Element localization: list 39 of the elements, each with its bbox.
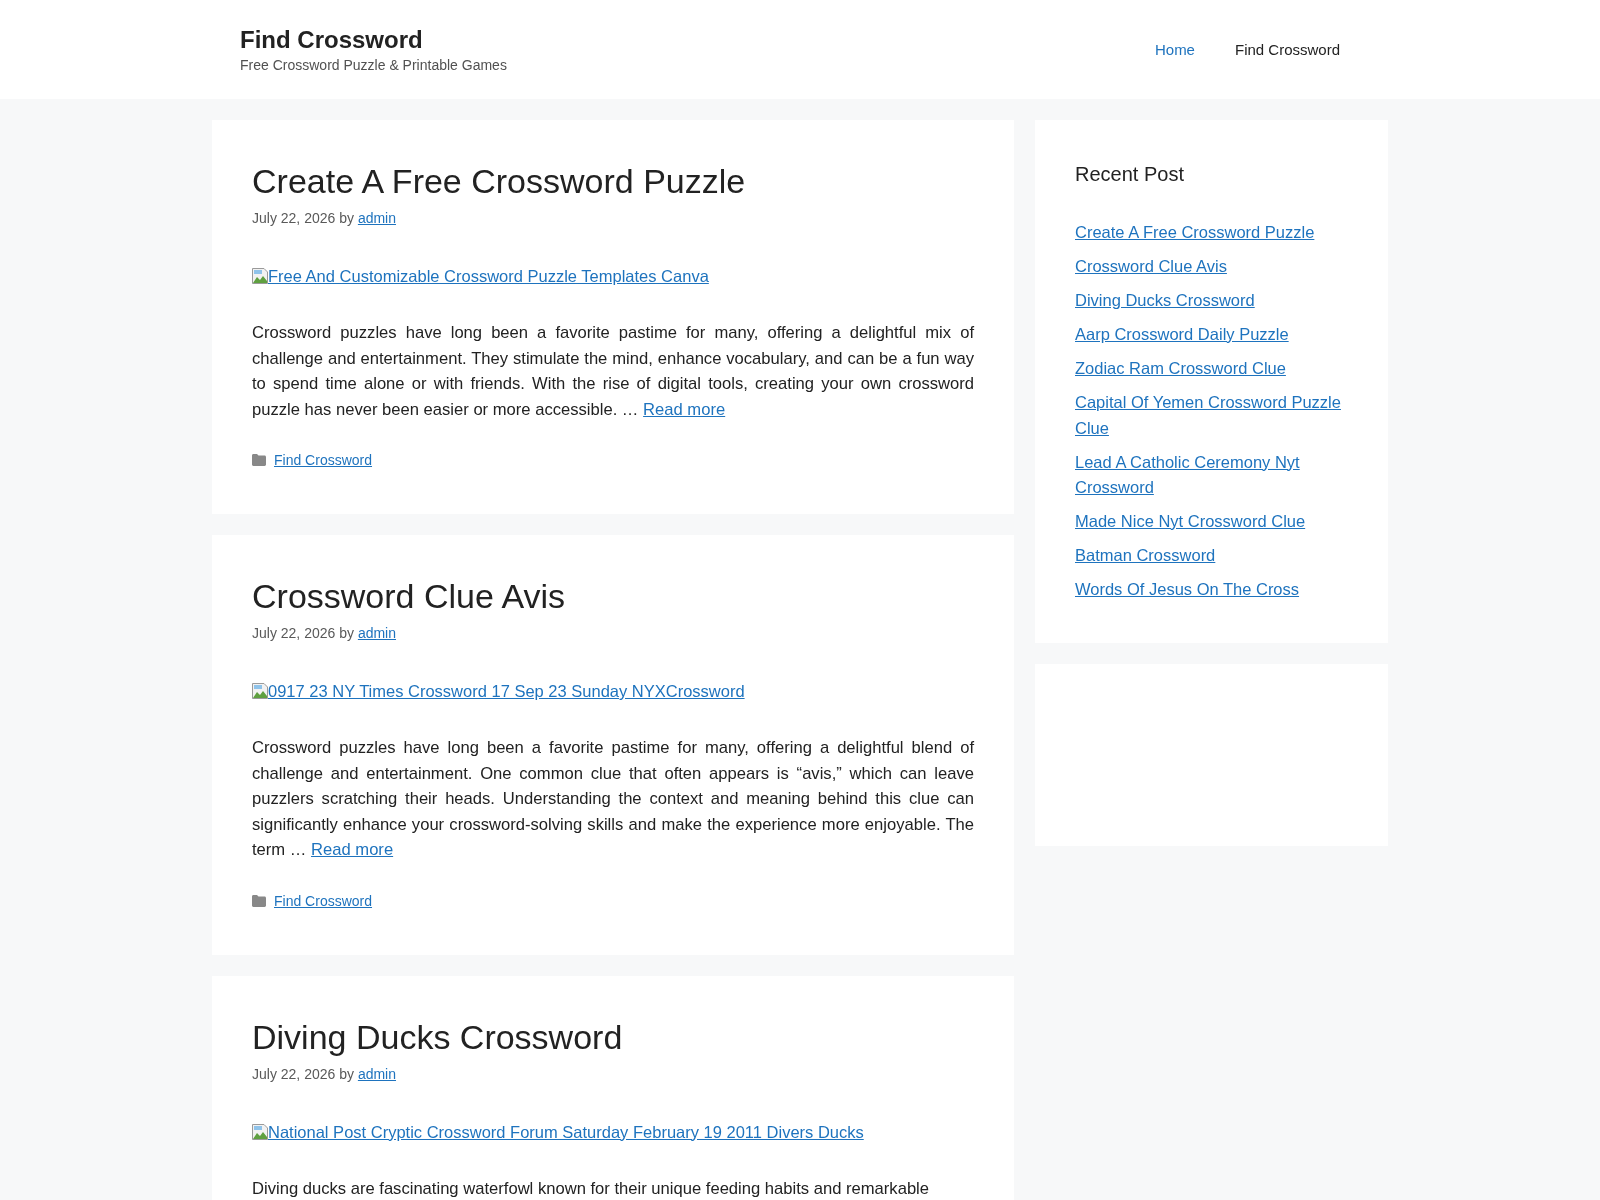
post-meta: July 22, 2026 by admin — [252, 1064, 397, 1084]
image-alt-link[interactable]: Free And Customizable Crossword Puzzle Templates Canva — [252, 263, 709, 289]
recent-post-link[interactable]: Lead A Catholic Ceremony Nyt Crossword — [1075, 449, 1348, 501]
nav-link[interactable]: Home — [1134, 19, 1215, 80]
author-link[interactable]: admin — [357, 625, 396, 641]
category-link[interactable]: Find Crossword — [274, 890, 373, 911]
read-more-link[interactable]: Read more — [311, 840, 394, 859]
folder-icon — [252, 454, 266, 466]
post-meta: July 22, 2026 by admin — [252, 624, 397, 643]
widget-title: Recent Post — [1075, 162, 1185, 187]
nav-link[interactable]: Find Crossword — [1214, 19, 1360, 80]
site-title[interactable]: Find Crossword — [240, 24, 423, 55]
recent-post-link[interactable]: Zodiac Ram Crossword Clue — [1075, 356, 1286, 382]
post-title[interactable]: Diving Ducks Crossword — [252, 1015, 974, 1058]
folder-icon — [252, 894, 266, 907]
post-excerpt: Diving ducks are fascinating waterfowl known for their unique feeding habits and remarkable — [252, 1177, 931, 1200]
broken-image-icon — [252, 683, 268, 699]
recent-post-link[interactable]: Batman Crossword — [1075, 543, 1216, 569]
post-title[interactable]: Crossword Clue Avis — [252, 575, 974, 617]
category-link[interactable]: Find Crossword — [274, 450, 373, 470]
broken-image-icon — [252, 1123, 268, 1140]
recent-post-link[interactable]: Capital Of Yemen Crossword Puzzle Clue — [1075, 390, 1348, 441]
image-alt-link[interactable]: National Post Cryptic Crossword Forum Saturday February 19 2011 Divers Ducks — [252, 1118, 864, 1145]
author-link[interactable]: admin — [357, 1065, 396, 1082]
author-link[interactable]: admin — [357, 210, 396, 226]
recent-post-link[interactable]: Made Nice Nyt Crossword Clue — [1075, 509, 1306, 535]
post-excerpt: Crossword puzzles have long been a favorite pastime for many, offering a delightful mix of challenge and entertainment. They stimulate the mind, enhance vocabulary, and can be a fun way to spend time alone or with friends. With the rise of digital tools, creating your own crossword puzzle has never been easier or more accessible. … Read more — [252, 322, 974, 421]
post-meta: July 22, 2026 by admin — [252, 209, 397, 228]
recent-post-link[interactable]: Diving Ducks Crossword — [1075, 288, 1255, 314]
recent-post-link[interactable]: Words Of Jesus On The Cross — [1075, 577, 1300, 603]
image-alt-link[interactable]: 0917 23 NY Times Crossword 17 Sep 23 Sunday NYXCrossword — [252, 678, 745, 704]
recent-post-link[interactable]: Aarp Crossword Daily Puzzle — [1075, 322, 1289, 348]
recent-post-link[interactable]: Create A Free Crossword Puzzle — [1075, 220, 1315, 246]
site-tagline: Free Crossword Puzzle & Printable Games — [240, 55, 507, 75]
recent-post-link[interactable]: Crossword Clue Avis — [1075, 254, 1227, 280]
read-more-link[interactable]: Read more — [643, 399, 726, 419]
post-title[interactable]: Create A Free Crossword Puzzle — [252, 160, 974, 202]
broken-image-icon — [252, 268, 268, 284]
post-excerpt: Crossword puzzles have long been a favorite pastime for many, offering a delightful blend of challenge and entertainment. One common clue that often appears is “avis,” which can leave puzzlers scratching their heads. Understanding the context and meaning behind this clue can significantly enhance your crossword-solving skills and make the experience more enjoyable. The term … Read more — [252, 737, 974, 861]
